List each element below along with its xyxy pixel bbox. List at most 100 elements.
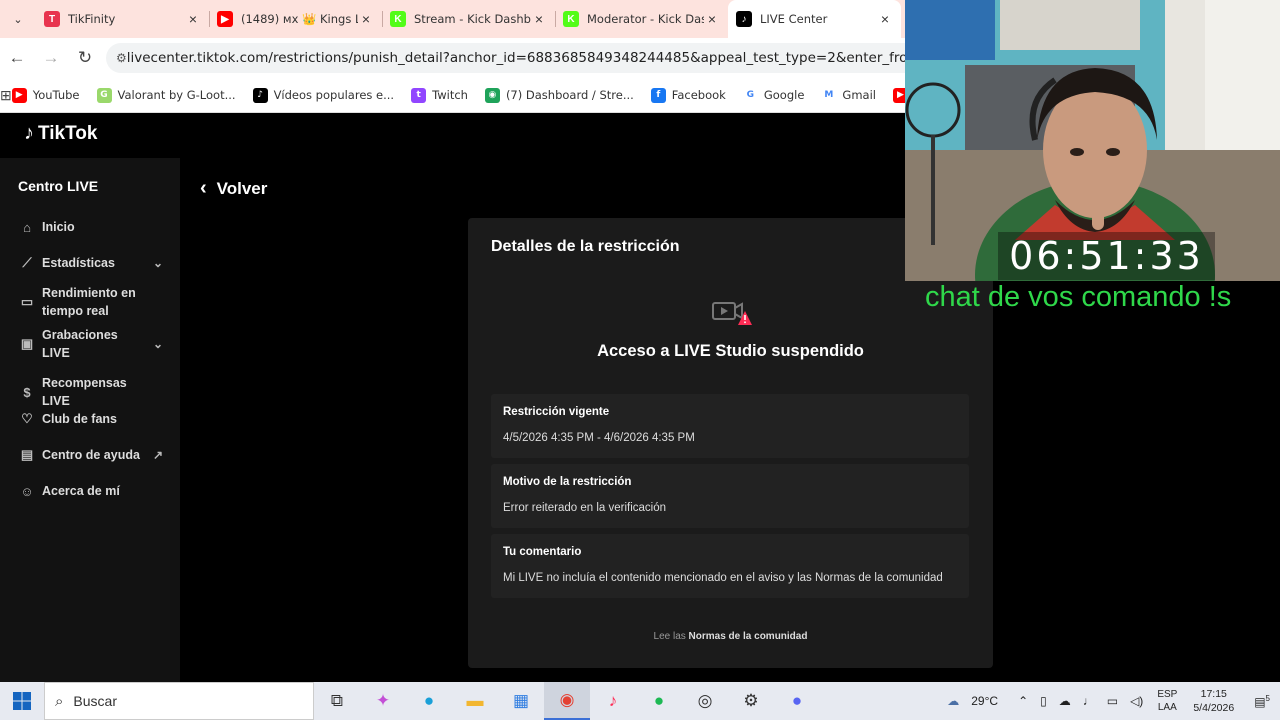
bookmark-item[interactable]: ▶YouTu (892, 87, 905, 103)
reload-icon[interactable]: ↻ (68, 48, 102, 68)
tab-search-chevron-icon[interactable]: ⌄ (0, 0, 36, 38)
tiktok-logo[interactable]: ♪ TikTok (24, 122, 97, 145)
microphone-icon[interactable]: ♩ (1083, 694, 1095, 708)
back-arrow-icon[interactable]: ← (0, 48, 34, 68)
footer-prefix: Lee las (653, 631, 686, 642)
obs-icon[interactable]: ◎ (682, 682, 728, 720)
tab-title: TikFinity (68, 12, 116, 26)
sidebar-item-label: Club de fans (42, 412, 118, 426)
detail-label: Tu comentario (503, 546, 582, 558)
bookmark-item[interactable]: ◉ (7) Dashboard / Stre... (484, 87, 634, 103)
detail-value: 4/5/2026 4:35 PM - 4/6/2026 4:35 PM (503, 432, 695, 444)
browser-tab[interactable]: K Moderator - Kick Das × (555, 0, 728, 38)
copilot-icon[interactable]: ✦ (360, 682, 406, 720)
clock[interactable]: 17:15 5/4/2026 (1193, 687, 1234, 715)
sidebar-item[interactable]: ▤ Centro de ayuda ↗ (18, 446, 168, 464)
tiktok-note-icon: ♪ (24, 122, 34, 144)
battery-icon[interactable]: ▯ (1040, 694, 1047, 708)
url-text: livecenter.tiktok.com/restrictions/punis… (126, 50, 905, 66)
sidebar-item[interactable]: ▭ Rendimiento en tiempo real (18, 284, 168, 320)
browser-tab[interactable]: ▶ (1489) мх 👑 Kings L × (209, 0, 382, 38)
chevron-up-icon[interactable]: ⌃ (1018, 694, 1028, 708)
sidebar-item-label: Inicio (42, 220, 75, 234)
bookmark-label: Valorant by G-Loot... (117, 88, 236, 102)
volume-icon[interactable]: ◁) (1130, 694, 1143, 708)
browser-tab[interactable]: T TikFinity × (36, 0, 209, 38)
network-icon[interactable]: ▭ (1107, 694, 1118, 708)
start-button[interactable] (0, 692, 44, 710)
sidebar-item[interactable]: $ Recompensas LIVE (18, 374, 168, 410)
heart-icon: ♡ (21, 411, 33, 426)
tab-title: (1489) мх 👑 Kings L (241, 12, 358, 26)
restriction-detail: Tu comentario Mi LIVE no incluía el conte… (491, 534, 969, 598)
close-icon[interactable]: × (358, 11, 374, 27)
tab-bar: ⌄ T TikFinity × ▶ (1489) мх 👑 Kings L × K Strea… (0, 0, 905, 38)
tab-title: LIVE Center (760, 12, 828, 26)
browser-tab[interactable]: ♪ LIVE Center × (728, 0, 901, 38)
bookmark-item[interactable]: ▶ YouTube (11, 87, 80, 103)
language-indicator[interactable]: ESP LAA (1157, 688, 1177, 714)
microsoft-store-icon[interactable]: ▦ (498, 682, 544, 720)
bookmark-label: Twitch (432, 88, 468, 102)
detail-value: Error reiterado en la verificación (503, 502, 666, 514)
address-bar-row: ← → ↻ ⚙ livecenter.tiktok.com/restrictio… (0, 38, 905, 78)
bookmark-item[interactable]: M Gmail (821, 87, 876, 103)
streamlabs-icon: ◉ (484, 87, 500, 103)
close-icon[interactable]: × (877, 11, 893, 27)
youtube-icon: ▶ (892, 87, 905, 103)
file-explorer-icon[interactable]: ▬ (452, 682, 498, 720)
detail-value: Mi LIVE no incluía el contenido menciona… (503, 572, 943, 584)
sidebar-item-label: Centro de ayuda (42, 448, 140, 462)
forward-arrow-icon[interactable]: → (34, 48, 68, 68)
monitor-icon: ▭ (20, 294, 34, 309)
bookmark-item[interactable]: f Facebook (650, 87, 726, 103)
url-input[interactable]: ⚙ livecenter.tiktok.com/restrictions/pun… (106, 43, 905, 73)
home-icon: ⌂ (23, 219, 31, 235)
chrome-icon[interactable]: ◉ (544, 682, 590, 720)
sidebar-item-label: Recompensas LIVE (42, 376, 127, 408)
sidebar-title: Centro LIVE (18, 178, 99, 194)
external-link-icon: ↗ (152, 448, 163, 462)
taskbar-search-box[interactable]: ⌕ Buscar (44, 682, 314, 720)
site-info-icon[interactable]: ⚙ (116, 51, 127, 65)
sidebar-item[interactable]: ☺ Acerca de mí (18, 482, 168, 500)
discord-icon[interactable]: ● (774, 682, 820, 720)
close-icon[interactable]: × (185, 11, 201, 27)
weather-temp[interactable]: 29°C (971, 694, 998, 708)
tiktok-logo-text: TikTok (38, 122, 98, 144)
spotify-icon[interactable]: ● (636, 682, 682, 720)
card-title: Detalles de la restricción (491, 238, 680, 255)
sidebar-item-label: Grabaciones LIVE (42, 328, 118, 360)
chevron-down-icon[interactable]: ⌄ (153, 337, 163, 351)
edge-icon[interactable]: ● (406, 682, 452, 720)
sidebar-item-label: Acerca de mí (42, 484, 120, 498)
chart-icon: ⟋ (22, 255, 32, 270)
settings-gear-icon[interactable]: ⚙ (728, 682, 774, 720)
bookmark-item[interactable]: G Valorant by G-Loot... (96, 87, 236, 103)
chevron-down-icon[interactable]: ⌄ (153, 256, 163, 270)
apps-grid-icon[interactable]: ⊞ (0, 87, 12, 104)
video-warning-icon (712, 302, 752, 325)
tiktok-icon: ♪ (252, 87, 268, 103)
cloud-icon[interactable]: ☁ (1059, 694, 1071, 708)
bookmark-item[interactable]: G Google (742, 87, 804, 103)
tiktok-app-icon[interactable]: ♪ (590, 682, 636, 720)
bookmark-item[interactable]: t Twitch (411, 87, 468, 103)
browser-tab[interactable]: K Stream - Kick Dashbo × (382, 0, 555, 38)
notification-icon[interactable]: ▤5 (1254, 694, 1270, 709)
back-button[interactable]: ‹ Volver (200, 177, 267, 200)
sidebar-item[interactable]: ⟋ Estadísticas ⌄ (18, 254, 168, 272)
tab-title: Stream - Kick Dashbo (414, 12, 531, 26)
sidebar-item[interactable]: ♡ Club de fans (18, 410, 168, 428)
coin-icon: $ (23, 384, 31, 400)
search-placeholder: Buscar (73, 693, 117, 709)
tab-title: Moderator - Kick Das (587, 12, 704, 26)
bookmark-item[interactable]: ♪ Vídeos populares e... (252, 87, 394, 103)
close-icon[interactable]: × (531, 11, 547, 27)
task-view-icon[interactable]: ⧉ (314, 682, 360, 720)
close-icon[interactable]: × (704, 11, 720, 27)
sidebar-item[interactable]: ▣ Grabaciones LIVE ⌄ (18, 326, 168, 362)
weather-icon[interactable]: ☁ (947, 694, 959, 708)
community-guidelines-link[interactable]: Normas de la comunidad (689, 631, 808, 642)
sidebar-item[interactable]: ⌂ Inicio (18, 218, 168, 236)
